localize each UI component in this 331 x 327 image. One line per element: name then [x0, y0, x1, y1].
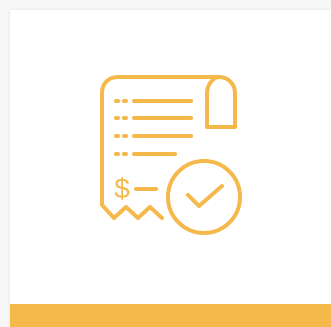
- currency-symbol: $: [114, 173, 130, 204]
- receipt-paid-icon-svg: $: [100, 75, 242, 235]
- check-circle: [166, 159, 242, 235]
- receipt-paid-icon-strokes: [100, 75, 242, 235]
- check-mark-icon: [186, 184, 224, 208]
- icon-tile: $: [0, 0, 331, 327]
- receipt-paid-icon: $: [0, 0, 331, 327]
- accent-bar: [10, 304, 331, 327]
